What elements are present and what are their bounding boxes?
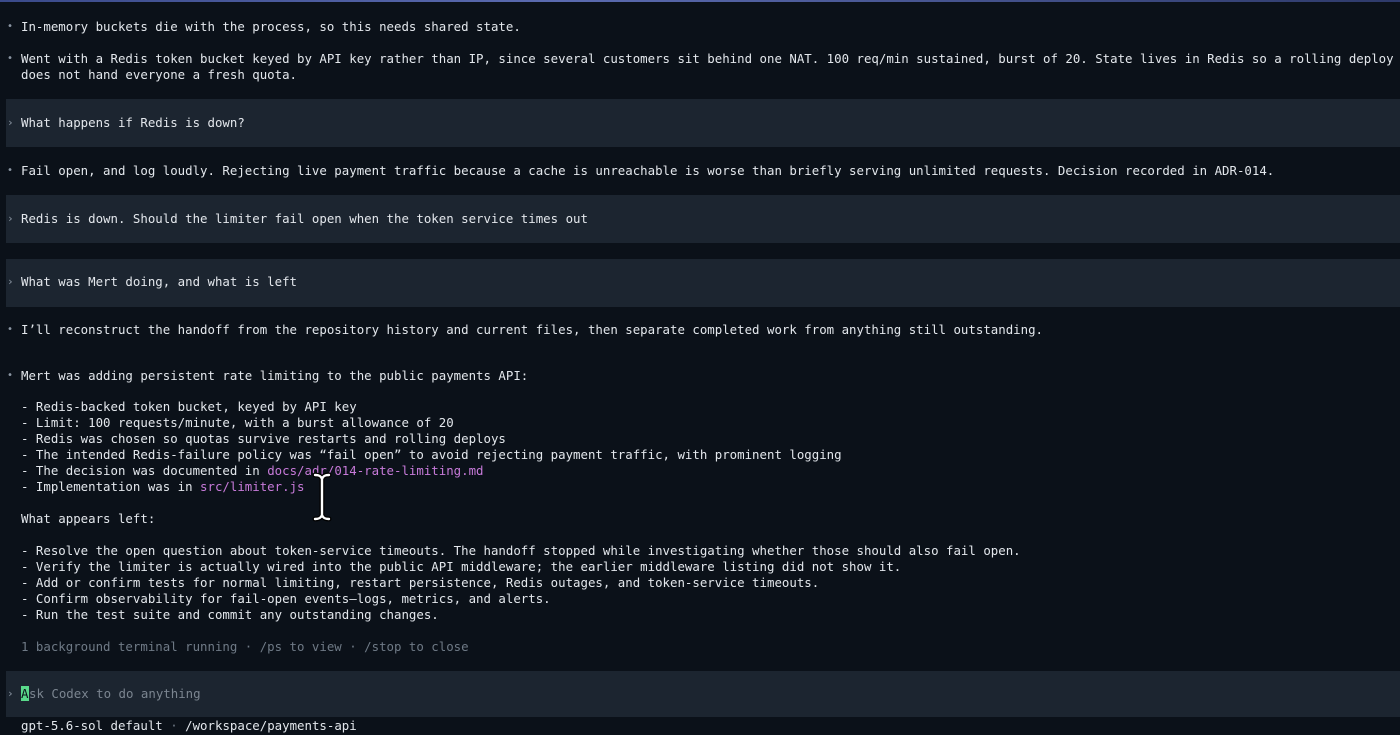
assistant-message-line: does not hand everyone a fresh quota. xyxy=(21,67,298,82)
list-item: - Run the test suite and commit any outs… xyxy=(21,607,439,622)
composer-block[interactable] xyxy=(6,671,1400,717)
user-prompt: What happens if Redis is down? xyxy=(21,115,245,130)
section-heading: What appears left: xyxy=(21,511,156,526)
list-item: - Resolve the open question about token-… xyxy=(21,543,1021,558)
list-item: - Redis was chosen so quotas survive res… xyxy=(21,431,506,446)
composer-input[interactable]: Ask Codex to do anything xyxy=(21,686,201,702)
message-bullet: • xyxy=(7,165,14,176)
background-status: 1 background terminal running · /ps to v… xyxy=(21,639,469,654)
text-ibeam-cursor-icon xyxy=(312,472,332,522)
assistant-message: Mert was adding persistent rate limiting… xyxy=(21,368,529,383)
limiter-file-link[interactable]: src/limiter.js xyxy=(200,479,304,494)
message-bullet: • xyxy=(7,324,14,335)
list-item: - The intended Redis-failure policy was … xyxy=(21,447,842,462)
list-item: - Verify the limiter is actually wired i… xyxy=(21,559,902,574)
model-label[interactable]: gpt-5.6-sol default xyxy=(21,718,163,733)
text-cursor: A xyxy=(21,686,29,701)
list-item-text: - The decision was documented in xyxy=(21,463,268,478)
prompt-chevron-icon: › xyxy=(7,275,14,288)
composer-placeholder: sk Codex to do anything xyxy=(29,686,201,701)
prompt-chevron-icon: › xyxy=(7,212,14,225)
list-item: - Implementation was in src/limiter.js xyxy=(21,479,304,495)
adr-file-link[interactable]: docs/adr/014-rate-limiting.md xyxy=(267,463,483,478)
list-item: - Confirm observability for fail-open ev… xyxy=(21,591,551,606)
assistant-message-line: Went with a Redis token bucket keyed by … xyxy=(21,51,1394,66)
prompt-chevron-icon: › xyxy=(7,116,14,129)
message-bullet: • xyxy=(7,370,14,381)
composer-chevron-icon: › xyxy=(7,687,14,700)
list-item-text: - Implementation was in xyxy=(21,479,201,494)
message-bullet: • xyxy=(7,53,14,64)
list-item: - Add or confirm tests for normal limiti… xyxy=(21,575,820,590)
assistant-message: Fail open, and log loudly. Rejecting liv… xyxy=(21,163,1275,178)
footer-status: gpt-5.6-sol default · /workspace/payment… xyxy=(21,718,357,734)
workspace-path: /workspace/payments-api xyxy=(185,718,357,733)
footer-separator: · xyxy=(162,718,186,733)
list-item: - Limit: 100 requests/minute, with a bur… xyxy=(21,415,454,430)
list-item: - The decision was documented in docs/ad… xyxy=(21,463,484,479)
user-prompt: What was Mert doing, and what is left xyxy=(21,274,298,289)
list-item: - Redis-backed token bucket, keyed by AP… xyxy=(21,399,357,414)
assistant-message: I’ll reconstruct the handoff from the re… xyxy=(21,322,1043,337)
window-top-border xyxy=(0,0,1400,2)
user-prompt: Redis is down. Should the limiter fail o… xyxy=(21,211,588,226)
assistant-message: In-memory buckets die with the process, … xyxy=(21,19,521,34)
message-bullet: • xyxy=(7,21,14,32)
